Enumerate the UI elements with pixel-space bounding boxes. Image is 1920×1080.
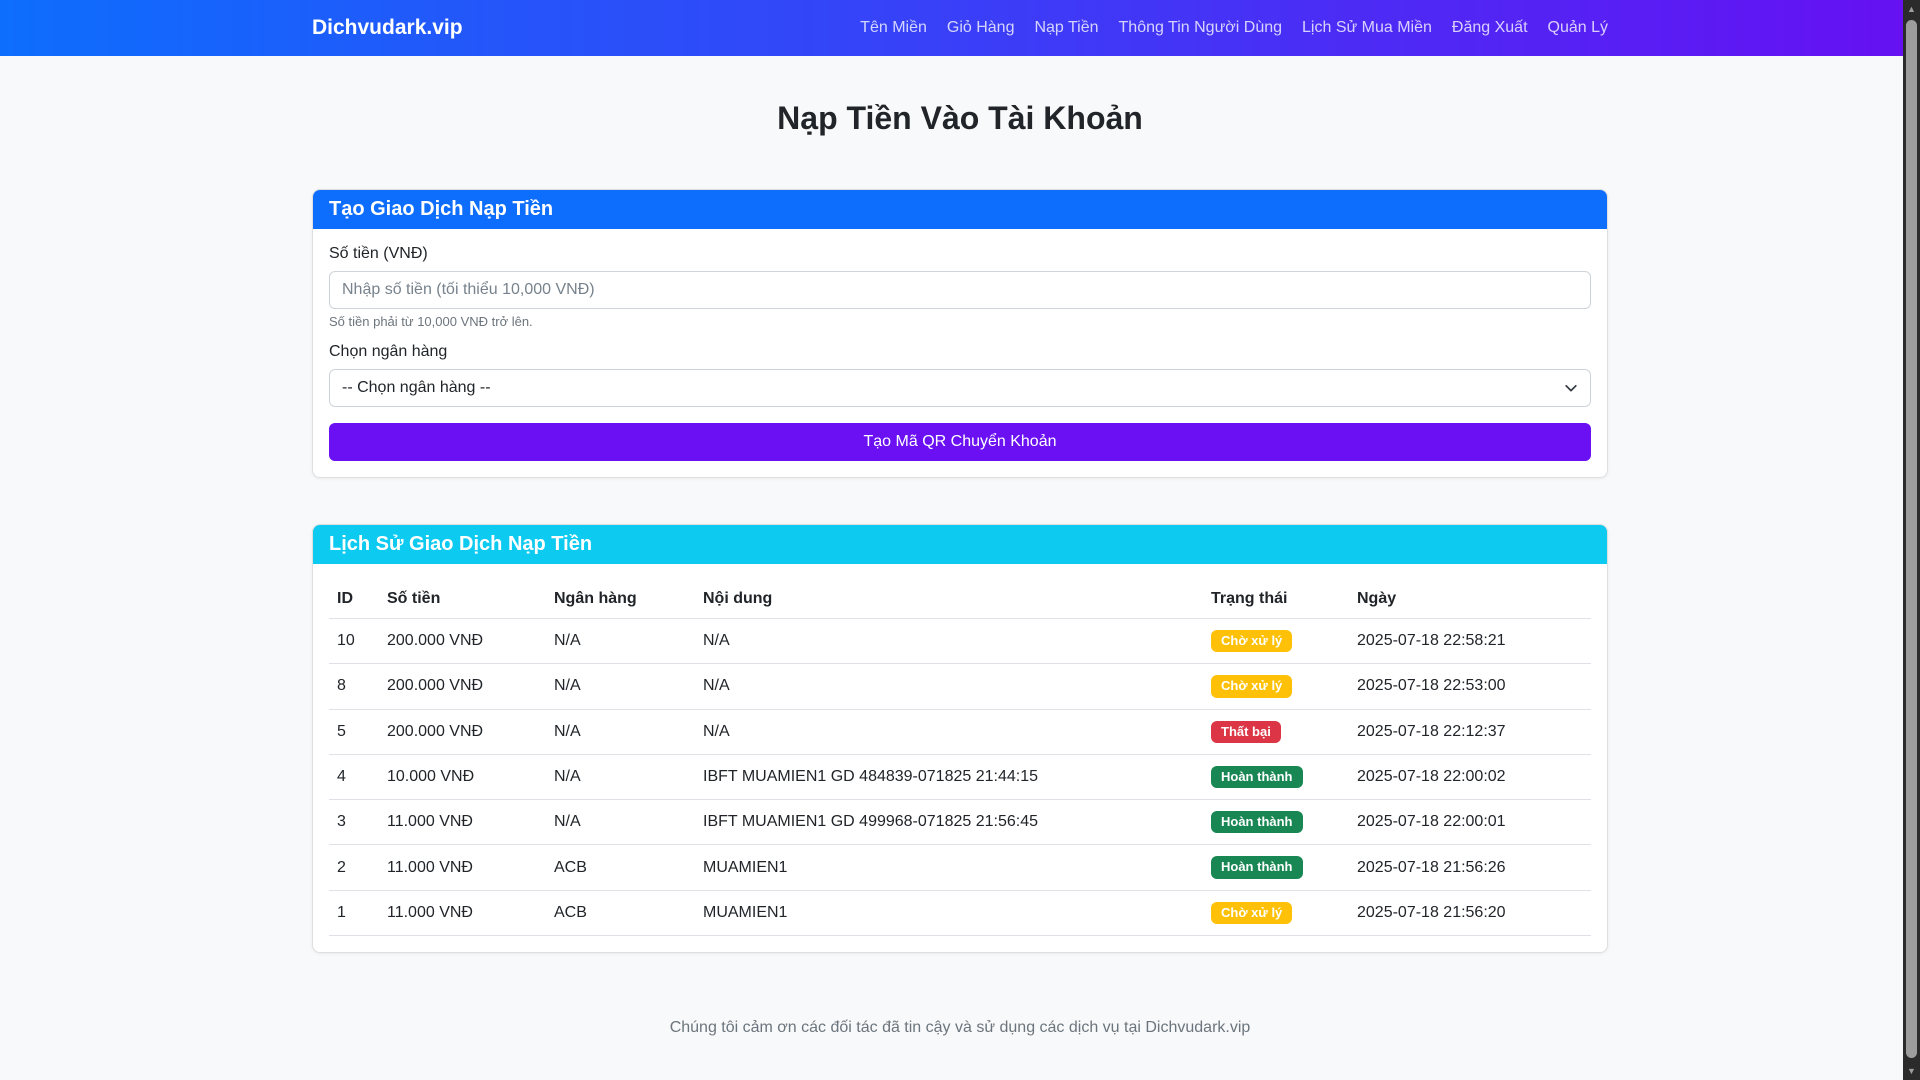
chevron-down-icon [1564, 381, 1578, 395]
status-badge: Chờ xử lý [1211, 902, 1292, 924]
navbar: Dichvudark.vip Tên Miền Giỏ Hàng Nạp Tiề… [0, 0, 1920, 56]
navbar-inner: Dichvudark.vip Tên Miền Giỏ Hàng Nạp Tiề… [312, 16, 1608, 40]
nav-item-quan-ly[interactable]: Quản Lý [1548, 19, 1608, 37]
cell-date: 2025-07-18 21:56:26 [1349, 845, 1591, 890]
cell-content: N/A [695, 619, 1203, 664]
cell-id: 2 [329, 845, 379, 890]
col-header-date: Ngày [1349, 580, 1591, 619]
vertical-scrollbar[interactable]: ▲ ▼ [1903, 0, 1920, 1080]
cell-bank: N/A [546, 800, 695, 845]
nav-item-gio-hang[interactable]: Giỏ Hàng [947, 19, 1015, 37]
cell-bank: N/A [546, 664, 695, 709]
scroll-up-icon[interactable]: ▲ [1903, 0, 1920, 18]
cell-date: 2025-07-18 22:53:00 [1349, 664, 1591, 709]
cell-amount: 200.000 VNĐ [379, 619, 546, 664]
nav-item-nap-tien[interactable]: Nạp Tiền [1034, 19, 1098, 37]
nav-item-lich-su-mua-mien[interactable]: Lịch Sử Mua Miền [1302, 19, 1432, 37]
cell-amount: 200.000 VNĐ [379, 664, 546, 709]
cell-content: N/A [695, 664, 1203, 709]
amount-label: Số tiền (VNĐ) [329, 245, 1591, 263]
footer-text: Chúng tôi cảm ơn các đối tác đã tin cậy … [312, 1019, 1608, 1067]
create-qr-button[interactable]: Tạo Mã QR Chuyển Khoản [329, 423, 1591, 461]
cell-id: 3 [329, 800, 379, 845]
deposit-card-body: Số tiền (VNĐ) Số tiền phải từ 10,000 VNĐ… [313, 229, 1607, 477]
brand-logo[interactable]: Dichvudark.vip [312, 16, 463, 40]
table-row: 8 200.000 VNĐ N/A N/A Chờ xử lý 2025-07-… [329, 664, 1591, 709]
col-header-status: Trạng thái [1203, 580, 1349, 619]
amount-help-text: Số tiền phải từ 10,000 VNĐ trở lên. [329, 314, 1591, 329]
status-badge: Chờ xử lý [1211, 630, 1292, 652]
table-row: 5 200.000 VNĐ N/A N/A Thất bại 2025-07-1… [329, 709, 1591, 754]
cell-bank: ACB [546, 845, 695, 890]
cell-content: MUAMIEN1 [695, 845, 1203, 890]
main-content: Nạp Tiền Vào Tài Khoản Tạo Giao Dịch Nạp… [312, 100, 1608, 1067]
cell-date: 2025-07-18 22:12:37 [1349, 709, 1591, 754]
nav-item-ten-mien[interactable]: Tên Miền [860, 19, 927, 37]
amount-input[interactable] [329, 271, 1591, 309]
table-row: 10 200.000 VNĐ N/A N/A Chờ xử lý 2025-07… [329, 619, 1591, 664]
status-badge: Thất bại [1211, 721, 1281, 743]
status-badge: Hoàn thành [1211, 811, 1303, 833]
cell-bank: N/A [546, 709, 695, 754]
history-card-body: ID Số tiền Ngân hàng Nội dung Trạng thái… [313, 564, 1607, 952]
cell-content: IBFT MUAMIEN1 GD 499968-071825 21:56:45 [695, 800, 1203, 845]
cell-date: 2025-07-18 22:00:01 [1349, 800, 1591, 845]
cell-id: 8 [329, 664, 379, 709]
cell-content: N/A [695, 709, 1203, 754]
cell-date: 2025-07-18 22:00:02 [1349, 754, 1591, 799]
bank-select[interactable]: -- Chọn ngân hàng -- [329, 369, 1591, 407]
deposit-form-card: Tạo Giao Dịch Nạp Tiền Số tiền (VNĐ) Số … [312, 189, 1608, 478]
page-title: Nạp Tiền Vào Tài Khoản [312, 100, 1608, 137]
bank-label: Chọn ngân hàng [329, 343, 1591, 361]
cell-id: 5 [329, 709, 379, 754]
status-badge: Chờ xử lý [1211, 675, 1292, 697]
cell-bank: ACB [546, 890, 695, 935]
cell-amount: 10.000 VNĐ [379, 754, 546, 799]
col-header-id: ID [329, 580, 379, 619]
table-row: 3 11.000 VNĐ N/A IBFT MUAMIEN1 GD 499968… [329, 800, 1591, 845]
history-table: ID Số tiền Ngân hàng Nội dung Trạng thái… [329, 580, 1591, 936]
cell-date: 2025-07-18 22:58:21 [1349, 619, 1591, 664]
col-header-amount: Số tiền [379, 580, 546, 619]
cell-amount: 200.000 VNĐ [379, 709, 546, 754]
cell-id: 4 [329, 754, 379, 799]
table-row: 1 11.000 VNĐ ACB MUAMIEN1 Chờ xử lý 2025… [329, 890, 1591, 935]
cell-amount: 11.000 VNĐ [379, 890, 546, 935]
col-header-bank: Ngân hàng [546, 580, 695, 619]
cell-amount: 11.000 VNĐ [379, 845, 546, 890]
table-row: 4 10.000 VNĐ N/A IBFT MUAMIEN1 GD 484839… [329, 754, 1591, 799]
nav-item-thong-tin-nguoi-dung[interactable]: Thông Tin Người Dùng [1119, 19, 1283, 37]
table-header-row: ID Số tiền Ngân hàng Nội dung Trạng thái… [329, 580, 1591, 619]
nav-item-dang-xuat[interactable]: Đăng Xuất [1452, 19, 1528, 37]
history-card: Lịch Sử Giao Dịch Nạp Tiền ID Số tiền Ng… [312, 524, 1608, 953]
status-badge: Hoàn thành [1211, 766, 1303, 788]
col-header-content: Nội dung [695, 580, 1203, 619]
history-card-header: Lịch Sử Giao Dịch Nạp Tiền [313, 525, 1607, 564]
cell-bank: N/A [546, 754, 695, 799]
cell-id: 10 [329, 619, 379, 664]
cell-date: 2025-07-18 21:56:20 [1349, 890, 1591, 935]
cell-id: 1 [329, 890, 379, 935]
scrollbar-thumb[interactable] [1906, 20, 1917, 1058]
cell-amount: 11.000 VNĐ [379, 800, 546, 845]
cell-content: MUAMIEN1 [695, 890, 1203, 935]
deposit-card-header: Tạo Giao Dịch Nạp Tiền [313, 190, 1607, 229]
bank-select-value: -- Chọn ngân hàng -- [342, 379, 491, 397]
nav-links: Tên Miền Giỏ Hàng Nạp Tiền Thông Tin Ngư… [860, 19, 1608, 37]
table-row: 2 11.000 VNĐ ACB MUAMIEN1 Hoàn thành 202… [329, 845, 1591, 890]
cell-content: IBFT MUAMIEN1 GD 484839-071825 21:44:15 [695, 754, 1203, 799]
cell-bank: N/A [546, 619, 695, 664]
scroll-down-icon[interactable]: ▼ [1903, 1062, 1920, 1080]
status-badge: Hoàn thành [1211, 856, 1303, 878]
